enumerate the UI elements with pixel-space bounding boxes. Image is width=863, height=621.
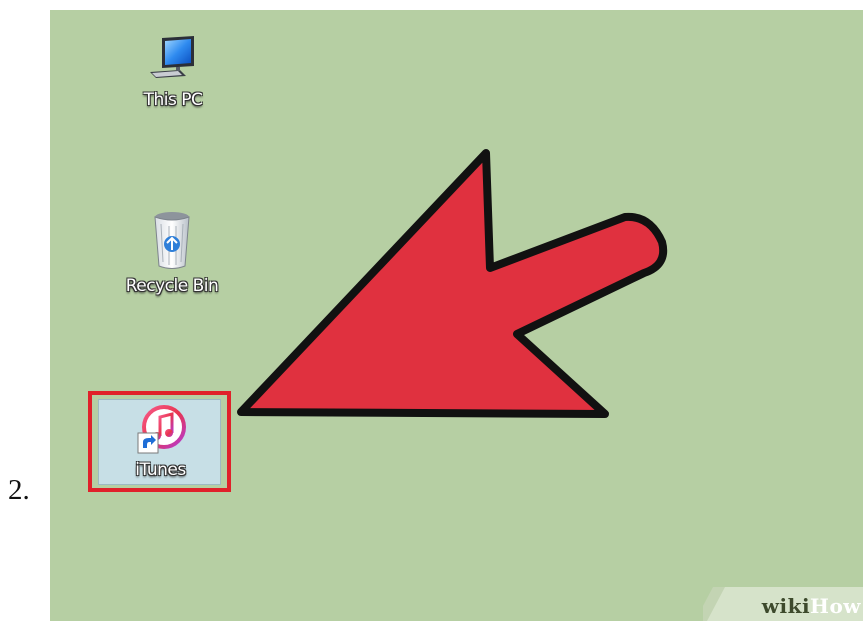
watermark-text: wikiHow (761, 594, 861, 618)
recycle-bin-icon (154, 212, 190, 269)
step-number: 2. (8, 474, 30, 506)
selection-highlight: iTunes (98, 399, 221, 485)
desktop-icon-itunes[interactable]: iTunes (88, 391, 231, 492)
desktop-icon-this-pc[interactable]: This PC (98, 32, 248, 110)
desktop-icon-recycle-bin[interactable]: Recycle Bin (97, 208, 247, 296)
itunes-icon (137, 405, 186, 454)
desktop-icon-label: iTunes (135, 460, 186, 480)
desktop-icon-label: Recycle Bin (125, 276, 219, 296)
wikihow-watermark: wikiHow (703, 587, 863, 621)
computer-monitor-icon (150, 36, 194, 78)
desktop-icon-label: This PC (143, 90, 203, 110)
desktop: This PC Recycle Bin iTunes wikiHow (50, 10, 863, 621)
